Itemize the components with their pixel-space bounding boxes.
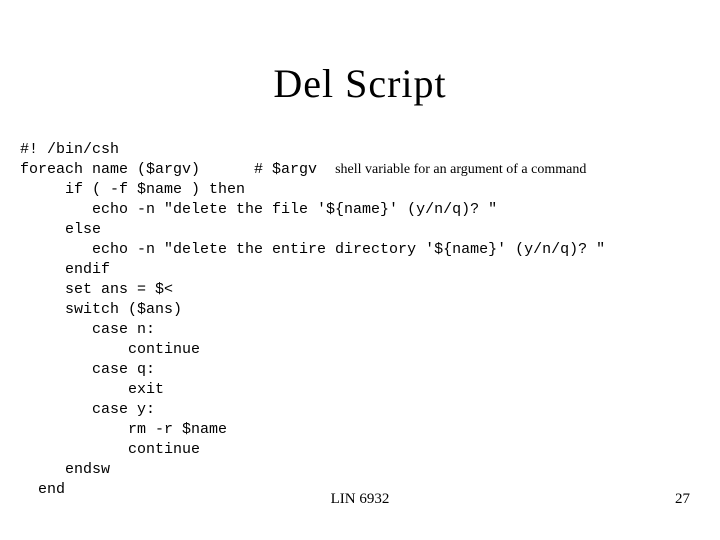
code-line: foreach name ($argv) # $argv [20, 161, 335, 178]
code-line: case y: [20, 401, 155, 418]
code-block: #! /bin/csh foreach name ($argv) # $argv… [20, 140, 605, 500]
code-line: endif [20, 261, 110, 278]
code-line: case n: [20, 321, 155, 338]
code-line: endsw [20, 461, 110, 478]
code-line: echo -n "delete the entire directory '${… [20, 241, 605, 258]
code-line: set ans = $< [20, 281, 173, 298]
code-line: exit [20, 381, 164, 398]
code-line: switch ($ans) [20, 301, 182, 318]
code-line: case q: [20, 361, 155, 378]
code-line: #! /bin/csh [20, 141, 119, 158]
code-annotation: shell variable for an argument of a comm… [335, 162, 586, 177]
page-number: 27 [675, 491, 690, 508]
slide-title: Del Script [0, 60, 720, 107]
code-line: continue [20, 441, 200, 458]
code-line: else [20, 221, 101, 238]
code-line: echo -n "delete the file '${name}' (y/n/… [20, 201, 497, 218]
slide: Del Script #! /bin/csh foreach name ($ar… [0, 0, 720, 540]
footer-course-code: LIN 6932 [0, 491, 720, 508]
code-line: rm -r $name [20, 421, 227, 438]
code-line: if ( -f $name ) then [20, 181, 245, 198]
code-line: continue [20, 341, 200, 358]
